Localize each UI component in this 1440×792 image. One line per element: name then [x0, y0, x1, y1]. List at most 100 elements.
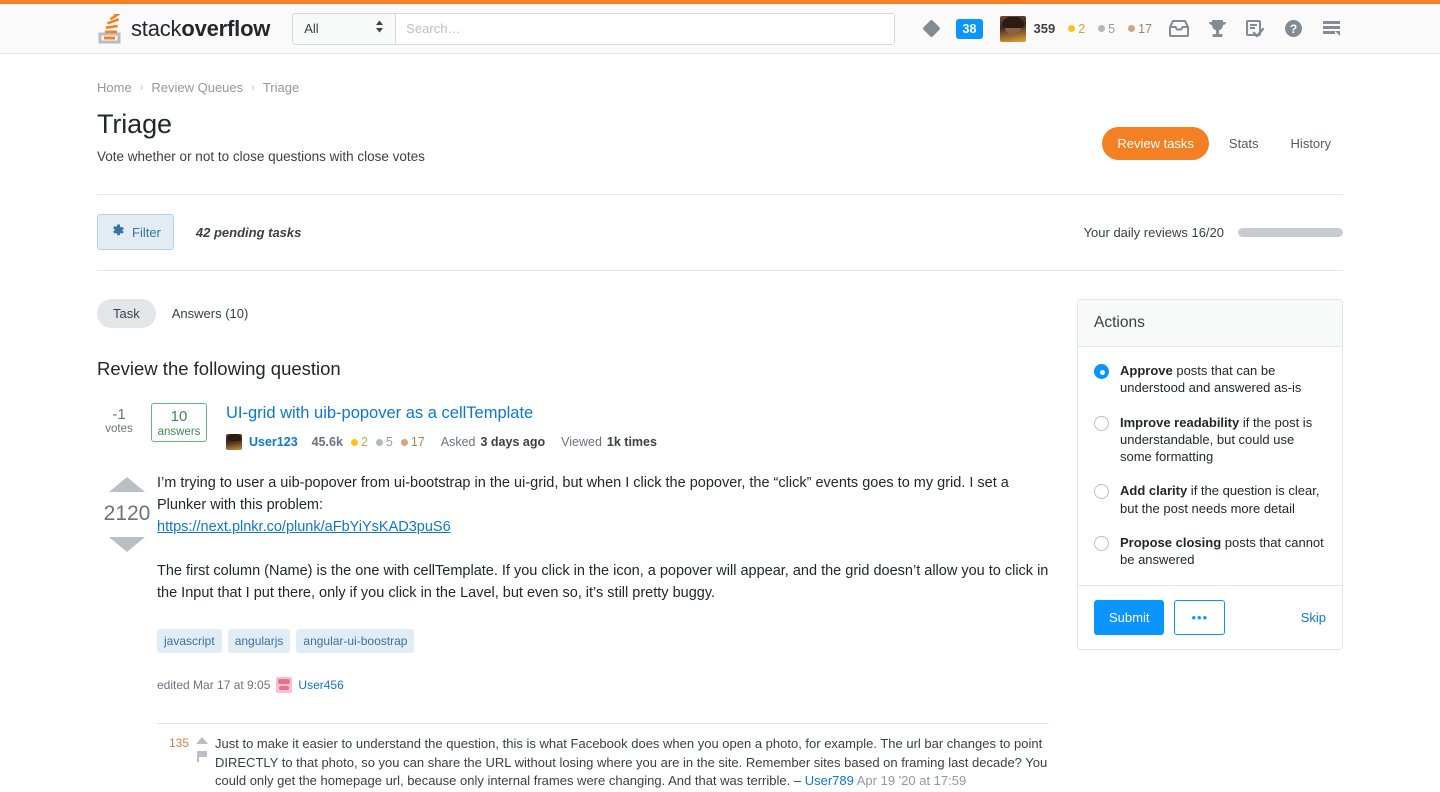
gold-badge-count: 2: [1078, 21, 1086, 36]
silver-badge-icon: [1098, 25, 1106, 32]
post-edited-line: edited Mar 17 at 9:05 User456: [157, 676, 1049, 693]
post-paragraph-1: I’m trying to user a uib-popover from ui…: [157, 473, 1049, 538]
action-option-add-clarity[interactable]: Add clarity if the question is clear, bu…: [1094, 482, 1326, 517]
site-switcher-icon[interactable]: [1312, 12, 1350, 46]
silver-badge-count: 5: [385, 435, 393, 449]
breadcrumb-item-review-queues[interactable]: Review Queues: [151, 80, 243, 95]
viewed-value: 1k times: [606, 435, 657, 449]
tab-task[interactable]: Task: [97, 299, 156, 328]
filter-bar: Filter 42 pending tasks Your daily revie…: [97, 214, 1343, 250]
action-option-improve-readability-text: Improve readability if the post is under…: [1120, 414, 1326, 466]
comment-upvote-icon[interactable]: [196, 736, 208, 744]
logo-text-bold: overflow: [181, 15, 271, 41]
page-title-block: Triage Vote whether or not to close ques…: [97, 109, 425, 164]
action-option-approve[interactable]: Approve posts that can be understood and…: [1094, 362, 1326, 397]
question-title-link[interactable]: UI-grid with uib-popover as a cellTempla…: [226, 404, 533, 422]
search-input[interactable]: [396, 13, 895, 44]
submit-button[interactable]: Submit: [1094, 599, 1165, 635]
radio-approve[interactable]: [1094, 364, 1109, 379]
user-profile-block[interactable]: 359 2 5 17: [1000, 15, 1152, 42]
comment-text: Just to make it easier to understand the…: [215, 735, 1049, 792]
comment-list: 135 Just to make it easier to understand…: [157, 722, 1049, 792]
upvote-icon[interactable]: [109, 477, 145, 492]
page-title: Triage: [97, 109, 172, 139]
question-answers-label: answers: [157, 426, 201, 438]
page-title-row: Triage Vote whether or not to close ques…: [97, 109, 1343, 164]
breadcrumb-item-triage[interactable]: Triage: [263, 80, 299, 95]
post-paragraph-2: The first column (Name) is the one with …: [157, 563, 1049, 601]
question-post: 2120 I’m trying to user a uib-popover fr…: [97, 473, 1049, 792]
action-option-improve-readability-bold: Improve readability: [1120, 414, 1240, 430]
post-plunker-link[interactable]: https://next.plnkr.co/plunk/aFbYiYsKAD3p…: [157, 519, 451, 535]
breadcrumb-separator: ›: [251, 81, 255, 94]
bronze-badge-chip: 17: [400, 435, 425, 449]
filter-bar-left: Filter 42 pending tasks: [97, 214, 301, 250]
stackoverflow-logo-icon: [98, 5, 124, 44]
logo-text-light: stack: [131, 15, 182, 41]
tab-answers[interactable]: Answers (10): [164, 299, 257, 328]
header-icon-group: 38 359 2 5 17 ?: [912, 12, 1350, 46]
skip-link[interactable]: Skip: [1301, 610, 1326, 625]
avatar: [276, 676, 293, 693]
site-header: stackoverflow All 38 359 2 5: [0, 4, 1440, 54]
comment-date: Apr 19 '20 at 17:59: [856, 773, 967, 789]
tag-angular-ui-boostrap[interactable]: angular-ui-boostrap: [296, 628, 415, 653]
post-body: I’m trying to user a uib-popover from ui…: [157, 473, 1049, 792]
review-heading: Review the following question: [97, 358, 341, 379]
action-option-propose-closing[interactable]: Propose closing posts that cannot be ans…: [1094, 534, 1326, 569]
tab-history[interactable]: History: [1279, 127, 1343, 160]
flag-icon[interactable]: [197, 750, 207, 762]
action-option-approve-bold: Approve: [1120, 363, 1173, 378]
inbox-icon[interactable]: [1160, 12, 1198, 46]
question-author-reputation: 45.6k: [311, 435, 343, 449]
comment-author-link[interactable]: User789: [805, 773, 854, 788]
pending-tasks-count: 42 pending tasks: [195, 224, 302, 240]
bronze-badge-icon: [1128, 25, 1136, 32]
stackoverflow-logo-link[interactable]: stackoverflow: [98, 5, 271, 44]
help-icon[interactable]: ?: [1274, 12, 1312, 46]
main-row: Task Answers (10) Review the following q…: [97, 299, 1343, 792]
task-column: Task Answers (10) Review the following q…: [97, 299, 1049, 792]
silver-badge-chip: 5: [375, 435, 393, 449]
page-tabs: Review tasks Stats History: [1102, 127, 1343, 160]
task-tabs: Task Answers (10): [97, 299, 1049, 328]
tab-stats[interactable]: Stats: [1217, 127, 1271, 160]
radio-improve-readability[interactable]: [1094, 415, 1109, 431]
tab-review-tasks[interactable]: Review tasks: [1102, 127, 1209, 160]
content-container: Home › Review Queues › Triage Triage Vot…: [97, 54, 1343, 792]
question-votes-count: -1: [112, 406, 126, 423]
daily-reviews-label: Your daily reviews 16/20: [1083, 224, 1224, 240]
trophy-icon[interactable]: [1198, 12, 1236, 46]
asked-label: Asked: [440, 435, 476, 449]
downvote-icon[interactable]: [109, 537, 145, 552]
question-author-link[interactable]: User123: [249, 435, 298, 449]
filter-button-label: Filter: [132, 224, 161, 240]
asked-value: 3 days ago: [480, 435, 546, 449]
gold-badge-icon: [1068, 25, 1076, 32]
tag-javascript[interactable]: javascript: [157, 628, 222, 653]
action-option-propose-closing-bold: Propose closing: [1120, 534, 1222, 550]
more-options-button[interactable]: •••: [1174, 599, 1226, 635]
question-answers: 10 answers: [151, 403, 207, 442]
action-option-improve-readability[interactable]: Improve readability if the post is under…: [1094, 414, 1326, 466]
radio-propose-closing[interactable]: [1094, 535, 1109, 551]
search-scope-select[interactable]: All: [293, 13, 397, 44]
question-meta: User123 45.6k 2 5 17 Asked 3 days ago Vi…: [226, 434, 657, 450]
svg-text:?: ?: [1289, 22, 1296, 36]
bronze-badge-count: 17: [1138, 21, 1152, 36]
radio-add-clarity[interactable]: [1094, 484, 1109, 500]
diamond-icon[interactable]: [912, 12, 950, 46]
gear-icon: [110, 223, 125, 241]
breadcrumb-item-home[interactable]: Home: [97, 80, 132, 95]
review-icon[interactable]: [1236, 12, 1274, 46]
tag-angularjs[interactable]: angularjs: [227, 628, 291, 653]
filter-button[interactable]: Filter: [97, 214, 174, 250]
question-main: UI-grid with uib-popover as a cellTempla…: [226, 403, 657, 450]
action-option-add-clarity-bold: Add clarity: [1120, 483, 1188, 499]
question-votes: -1 votes: [97, 403, 141, 435]
question-answers-count: 10: [170, 408, 188, 425]
question-votes-label: votes: [105, 423, 133, 436]
page-content: Home › Review Queues › Triage Triage Vot…: [0, 54, 1440, 792]
inbox-count-badge[interactable]: 38: [950, 12, 988, 46]
post-editor-link[interactable]: User456: [298, 678, 343, 692]
